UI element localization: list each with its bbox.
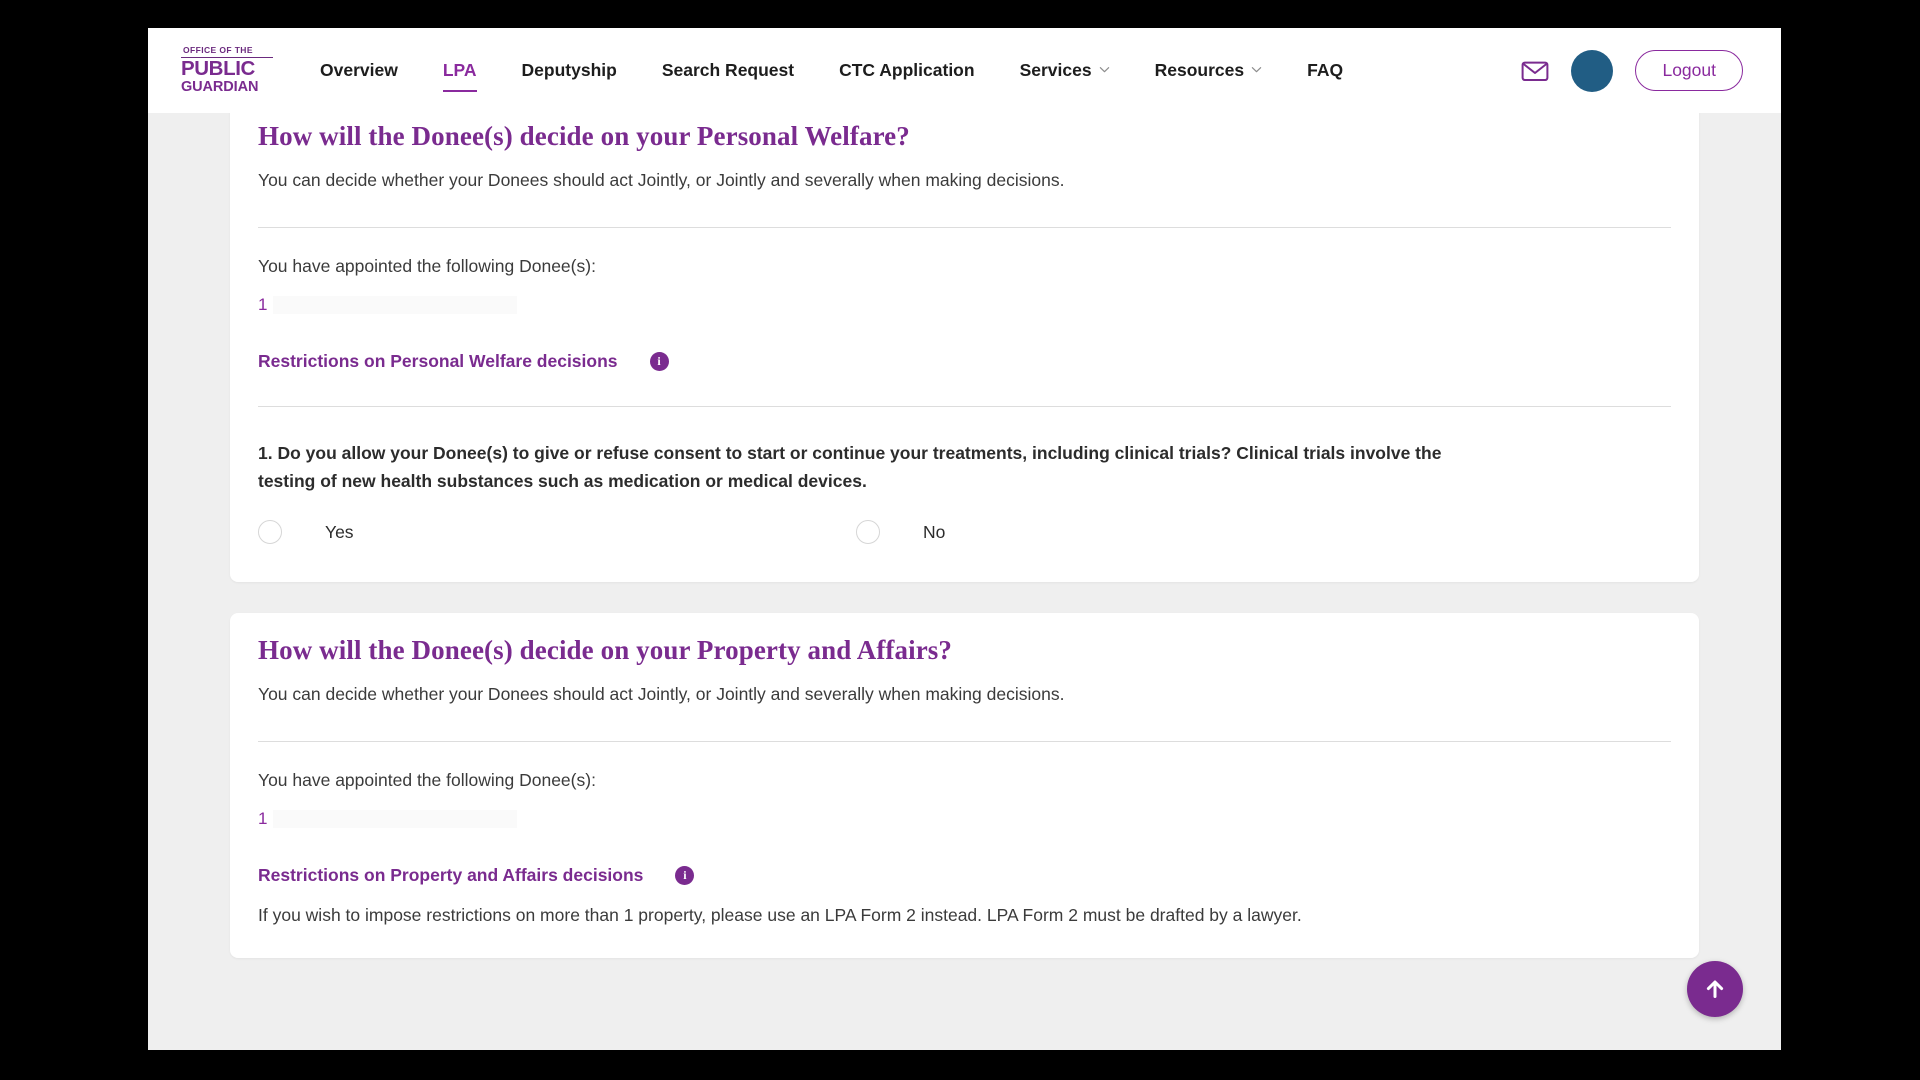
scroll-to-top-button[interactable] [1687, 961, 1743, 1017]
nav-item-label: Services [1019, 60, 1092, 80]
welfare-appointed-donees-label: You have appointed the following Donee(s… [258, 255, 596, 276]
screen: OFFICE OF THE PUBLIC GUARDIAN Overview L… [0, 0, 1920, 1080]
chevron-down-icon [1251, 64, 1262, 75]
section-divider [258, 226, 1671, 228]
nav-item-deputyship[interactable]: Deputyship [522, 28, 617, 113]
radio-button-yes[interactable] [258, 520, 282, 545]
section-divider [258, 405, 1671, 407]
property-restrictions-note: If you wish to impose restrictions on mo… [258, 904, 1302, 925]
top-navigation-bar: OFFICE OF THE PUBLIC GUARDIAN Overview L… [148, 28, 1781, 113]
logo-line-public: PUBLIC [181, 57, 255, 81]
donee-name-redacted [273, 295, 518, 314]
nav-item-faq[interactable]: FAQ [1307, 28, 1343, 113]
nav-item-overview[interactable]: Overview [320, 28, 398, 113]
donee-index: 1 [258, 294, 268, 314]
section-divider [258, 740, 1671, 742]
donee-name-redacted [273, 809, 518, 828]
info-icon[interactable]: i [675, 865, 695, 885]
nav-item-label: Overview [320, 60, 398, 80]
logout-button[interactable]: Logout [1635, 50, 1743, 91]
logo-line-guardian: GUARDIAN [181, 78, 259, 95]
radio-option-yes[interactable]: Yes [258, 520, 856, 545]
nav-item-lpa[interactable]: LPA [442, 28, 477, 113]
main-nav-list: Overview LPA Deputyship Search Request C… [320, 28, 1343, 113]
welfare-restrictions-row: Restrictions on Personal Welfare decisio… [258, 351, 1671, 372]
property-donee-list-item: 1 [258, 808, 1671, 830]
property-appointed-donees-label: You have appointed the following Donee(s… [258, 769, 596, 790]
envelope-icon[interactable] [1521, 57, 1549, 85]
user-avatar[interactable] [1571, 49, 1614, 92]
info-icon[interactable]: i [649, 351, 669, 371]
logo-line-office-of-the: OFFICE OF THE [183, 45, 253, 56]
property-affairs-heading: How will the Donee(s) decide on your Pro… [258, 635, 953, 666]
property-affairs-description: You can decide whether your Donees shoul… [258, 684, 1065, 705]
radio-button-no[interactable] [856, 520, 880, 545]
chevron-down-icon [1099, 64, 1110, 75]
donee-index: 1 [258, 808, 268, 828]
personal-welfare-card: How will the Donee(s) decide on your Per… [230, 113, 1699, 583]
personal-welfare-heading: How will the Donee(s) decide on your Per… [258, 121, 910, 151]
nav-item-label: Deputyship [521, 60, 617, 80]
nav-item-ctc-application[interactable]: CTC Application [839, 28, 974, 113]
welfare-question-1: 1. Do you allow your Donee(s) to give or… [258, 442, 1442, 491]
page-content-scroll-area[interactable]: How will the Donee(s) decide on your Per… [148, 113, 1781, 1050]
nav-item-label: CTC Application [839, 60, 975, 80]
nav-item-label: FAQ [1307, 60, 1344, 80]
property-restrictions-row: Restrictions on Property and Affairs dec… [258, 865, 1671, 886]
nav-item-resources[interactable]: Resources [1155, 28, 1263, 113]
radio-label-yes: Yes [325, 521, 354, 542]
welfare-question-1-options: Yes No [258, 520, 1671, 545]
property-affairs-card: How will the Donee(s) decide on your Pro… [230, 613, 1699, 958]
nav-item-search-request[interactable]: Search Request [662, 28, 794, 113]
browser-viewport: OFFICE OF THE PUBLIC GUARDIAN Overview L… [148, 28, 1781, 1050]
nav-item-services[interactable]: Services [1020, 28, 1110, 113]
nav-item-label: Resources [1154, 60, 1245, 80]
welfare-donee-list-item: 1 [258, 294, 1671, 316]
property-restrictions-title: Restrictions on Property and Affairs dec… [258, 864, 644, 885]
public-guardian-logo[interactable]: OFFICE OF THE PUBLIC GUARDIAN [181, 42, 273, 100]
welfare-restrictions-title: Restrictions on Personal Welfare decisio… [258, 350, 618, 371]
nav-right-actions: Logout [1521, 49, 1743, 92]
nav-item-label: Search Request [661, 60, 795, 80]
personal-welfare-description: You can decide whether your Donees shoul… [258, 170, 1065, 190]
radio-label-no: No [923, 521, 946, 542]
nav-item-label: LPA [442, 60, 477, 80]
radio-option-no[interactable]: No [856, 520, 946, 545]
arrow-up-icon [1706, 980, 1724, 998]
